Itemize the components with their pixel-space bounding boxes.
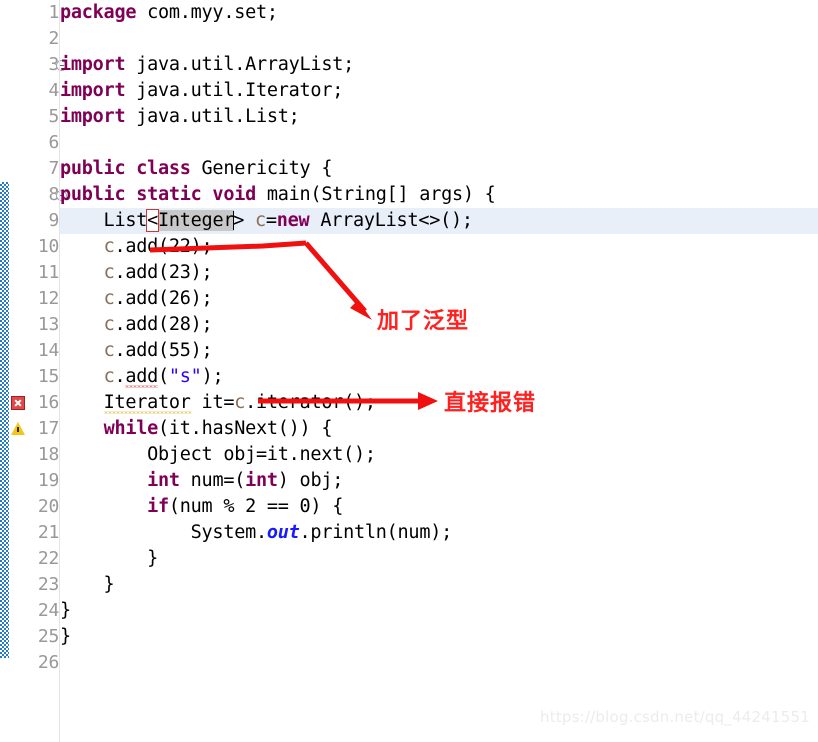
line-number: 12 <box>37 288 59 309</box>
line-number: 18 <box>37 444 59 465</box>
code-line[interactable]: package com.myy.set; <box>60 0 278 26</box>
code-line-selected[interactable]: List<Integer> c=new ArrayList<>(); <box>60 208 473 234</box>
line-number: 23 <box>37 574 59 595</box>
code-line[interactable]: c.add(55); <box>60 338 213 364</box>
code-line[interactable]: public class Genericity { <box>60 156 332 182</box>
line-number: 24 <box>37 600 59 621</box>
line-number: 9 <box>48 210 59 231</box>
line-number: 7 <box>48 158 59 179</box>
code-line[interactable]: } <box>60 572 115 598</box>
code-line[interactable]: } <box>60 598 71 624</box>
code-line[interactable]: int num=(int) obj; <box>60 468 343 494</box>
line-number: 10 <box>37 236 59 257</box>
line-number: 3 <box>48 54 59 75</box>
line-number: 8 <box>48 184 59 205</box>
code-editor[interactable]: 1 2 3 4 5 6 7 8 9 10 11 12 13 14 15 16 1… <box>0 0 818 742</box>
line-number-gutter[interactable]: 1 2 3 4 5 6 7 8 9 10 11 12 13 14 15 16 1… <box>9 0 67 742</box>
code-line[interactable]: c.add(23); <box>60 260 213 286</box>
code-line[interactable]: public static void main(String[] args) { <box>60 182 496 208</box>
line-number: 21 <box>37 522 59 543</box>
code-line-warning[interactable]: Iterator it=c.iterator(); <box>60 390 376 416</box>
vcs-change-bar <box>0 182 9 658</box>
line-number: 13 <box>37 314 59 335</box>
line-number: 19 <box>37 470 59 491</box>
line-number: 15 <box>37 366 59 387</box>
code-line[interactable]: c.add(28); <box>60 312 213 338</box>
code-line[interactable]: Object obj=it.next(); <box>60 442 376 468</box>
line-number: 26 <box>37 652 59 673</box>
line-number: 5 <box>48 106 59 127</box>
code-line[interactable]: if(num % 2 == 0) { <box>60 494 343 520</box>
error-squiggle: add <box>125 366 158 390</box>
watermark: https://blog.csdn.net/qq_44241551 <box>540 708 810 726</box>
code-line[interactable]: System.out.println(num); <box>60 520 453 546</box>
error-marker-icon[interactable] <box>11 396 25 410</box>
line-number: 11 <box>37 262 59 283</box>
warning-marker-icon[interactable] <box>11 422 25 435</box>
code-line[interactable]: c.add(22); <box>60 234 213 260</box>
line-number: 4 <box>48 80 59 101</box>
text-selection[interactable]: Integer <box>158 210 234 231</box>
code-line[interactable]: while(it.hasNext()) { <box>60 416 333 442</box>
code-line[interactable]: import java.util.List; <box>60 104 300 130</box>
code-line[interactable]: c.add(26); <box>60 286 213 312</box>
matching-bracket-highlight: < <box>146 209 159 232</box>
line-number: 2 <box>48 28 59 49</box>
warning-squiggle: Iterator <box>103 392 191 413</box>
code-line[interactable]: } <box>60 624 71 650</box>
line-number: 20 <box>37 496 59 517</box>
line-number: 1 <box>48 2 59 23</box>
line-number: 22 <box>37 548 59 569</box>
code-line[interactable]: import java.util.ArrayList; <box>60 52 354 78</box>
line-number: 6 <box>48 132 59 153</box>
line-number: 25 <box>37 626 59 647</box>
line-number: 14 <box>37 340 59 361</box>
code-content[interactable]: package com.myy.set; import java.util.Ar… <box>60 0 818 742</box>
code-line[interactable]: } <box>60 546 158 572</box>
code-line-error[interactable]: c.add("s"); <box>60 364 224 390</box>
code-line[interactable]: import java.util.Iterator; <box>60 78 343 104</box>
